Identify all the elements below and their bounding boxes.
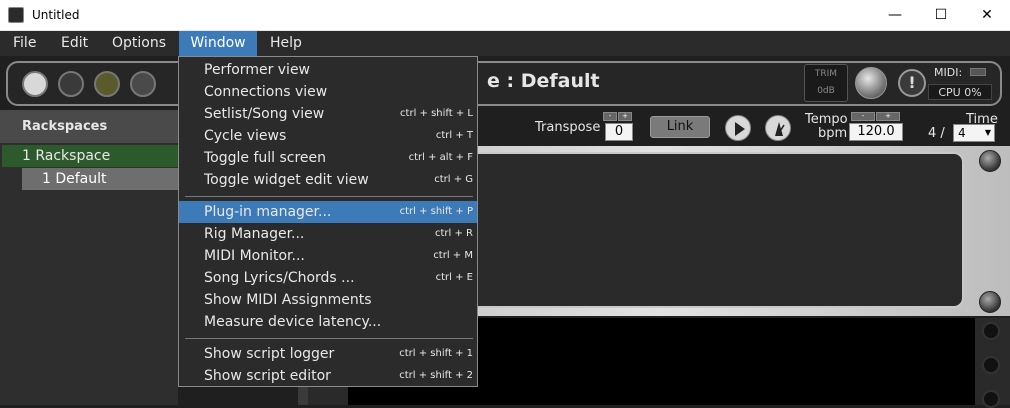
- menu-item-shortcut: ctrl + shift + P: [399, 206, 473, 217]
- trim-value: 0dB: [817, 86, 835, 96]
- title-bar: Untitled — ☐ ✕: [0, 0, 1010, 31]
- menu-item-setlist-song-view[interactable]: Setlist/Song view ctrl + shift + L: [179, 103, 477, 125]
- menu-item-midi-monitor[interactable]: MIDI Monitor... ctrl + M: [179, 245, 477, 267]
- menu-item-label: Performer view: [204, 62, 311, 78]
- time-denominator-value: 4: [958, 126, 966, 140]
- menu-separator: [185, 196, 473, 197]
- menu-item-shortcut: ctrl + shift + 2: [399, 370, 473, 381]
- tempo-value[interactable]: 120.0: [849, 123, 903, 141]
- bpm-label: bpm: [818, 126, 848, 141]
- app-icon: [8, 7, 24, 23]
- menu-item-label: Toggle widget edit view: [204, 172, 369, 188]
- menu-item-shortcut: ctrl + G: [434, 174, 473, 185]
- transpose-minus-button[interactable]: -: [603, 112, 617, 121]
- window-menu-dropdown: Performer view Connections view Setlist/…: [178, 56, 478, 387]
- link-button[interactable]: Link: [650, 116, 710, 138]
- rack-hole-icon: [982, 390, 1000, 408]
- rackspace-title: e : Default: [487, 70, 600, 92]
- menu-item-label: MIDI Monitor...: [204, 248, 305, 264]
- menu-item-show-midi-assignments[interactable]: Show MIDI Assignments: [179, 289, 477, 311]
- menu-item-connections-view[interactable]: Connections view: [179, 81, 477, 103]
- menu-item-shortcut: ctrl + alt + F: [408, 152, 473, 163]
- trim-label: TRIM: [814, 69, 838, 79]
- menu-item-toggle-widget-edit-view[interactable]: Toggle widget edit view ctrl + G: [179, 169, 477, 191]
- menu-edit[interactable]: Edit: [53, 31, 96, 56]
- tempo-minus-button[interactable]: -: [851, 112, 875, 121]
- menu-item-label: Rig Manager...: [204, 226, 305, 242]
- chevron-down-icon: ▼: [984, 128, 991, 137]
- menu-item-label: Show script logger: [204, 346, 335, 362]
- master-volume-knob[interactable]: [855, 67, 887, 99]
- menu-item-cycle-views[interactable]: Cycle views ctrl + T: [179, 125, 477, 147]
- menu-bar: File Edit Options Window Help: [0, 31, 1010, 56]
- menu-item-label: Cycle views: [204, 128, 287, 144]
- metronome-icon[interactable]: [765, 115, 791, 141]
- close-button[interactable]: ✕: [964, 0, 1010, 31]
- menu-item-shortcut: ctrl + M: [433, 250, 473, 261]
- menu-item-shortcut: ctrl + R: [435, 228, 473, 239]
- panels-view-icon[interactable]: [22, 71, 48, 97]
- transpose-plus-button[interactable]: +: [618, 112, 632, 121]
- minimize-button[interactable]: —: [872, 0, 918, 31]
- tuner-icon[interactable]: [130, 71, 156, 97]
- rack-hole-icon: [982, 322, 1000, 340]
- menu-item-shortcut: ctrl + shift + L: [400, 108, 473, 119]
- midi-label: MIDI:: [934, 66, 963, 79]
- setlist-view-icon[interactable]: [94, 71, 120, 97]
- rack-screw-icon: [979, 291, 1001, 313]
- transpose-label: Transpose: [535, 120, 601, 135]
- menu-item-plugin-manager[interactable]: Plug-in manager... ctrl + shift + P: [179, 201, 477, 223]
- menu-item-shortcut: ctrl + shift + 1: [399, 348, 473, 359]
- menu-item-label: Toggle full screen: [204, 150, 327, 166]
- window-title: Untitled: [32, 8, 80, 22]
- tempo-plus-button[interactable]: +: [876, 112, 900, 121]
- menu-item-label: Song Lyrics/Chords ...: [204, 270, 355, 286]
- menu-item-show-script-editor[interactable]: Show script editor ctrl + shift + 2: [179, 365, 477, 387]
- wiring-view-icon[interactable]: [58, 71, 84, 97]
- menu-file[interactable]: File: [5, 31, 44, 56]
- rack-screw-icon: [979, 150, 1001, 172]
- play-icon[interactable]: [725, 115, 751, 141]
- menu-item-label: Show script editor: [204, 368, 331, 384]
- menu-window[interactable]: Window: [179, 31, 257, 56]
- menu-separator: [185, 338, 473, 339]
- variation-item[interactable]: 1 Default: [22, 168, 178, 190]
- menu-item-song-lyrics-chords[interactable]: Song Lyrics/Chords ... ctrl + E: [179, 267, 477, 289]
- midi-activity-indicator: [970, 68, 986, 76]
- time-signature-numerator: 4 /: [928, 126, 945, 141]
- transpose-value[interactable]: 0: [605, 123, 633, 141]
- rackspace-item[interactable]: 1 Rackspace: [2, 145, 178, 167]
- menu-item-toggle-full-screen[interactable]: Toggle full screen ctrl + alt + F: [179, 147, 477, 169]
- menu-options[interactable]: Options: [104, 31, 174, 56]
- tempo-label: Tempo: [805, 112, 848, 127]
- rack-hole-icon: [982, 356, 1000, 374]
- menu-item-label: Show MIDI Assignments: [204, 292, 372, 308]
- menu-item-label: Connections view: [204, 84, 328, 100]
- maximize-button[interactable]: ☐: [918, 0, 964, 31]
- rackspaces-header: Rackspaces: [0, 110, 178, 143]
- time-signature-denominator-select[interactable]: 4 ▼: [953, 124, 995, 142]
- menu-item-shortcut: ctrl + T: [435, 130, 473, 141]
- menu-help[interactable]: Help: [262, 31, 310, 56]
- menu-item-measure-device-latency[interactable]: Measure device latency...: [179, 311, 477, 333]
- menu-item-show-script-logger[interactable]: Show script logger ctrl + shift + 1: [179, 343, 477, 365]
- menu-item-rig-manager[interactable]: Rig Manager... ctrl + R: [179, 223, 477, 245]
- trim-display: TRIM 0dB: [804, 64, 848, 102]
- menu-item-shortcut: ctrl + E: [435, 272, 473, 283]
- menu-item-label: Measure device latency...: [204, 314, 382, 330]
- metronome-glyph: [775, 122, 785, 136]
- menu-item-label: Plug-in manager...: [204, 204, 332, 220]
- menu-item-performer-view[interactable]: Performer view: [179, 59, 477, 81]
- panic-button[interactable]: !: [898, 69, 926, 97]
- menu-item-label: Setlist/Song view: [204, 106, 325, 122]
- cpu-meter: CPU 0%: [928, 84, 992, 100]
